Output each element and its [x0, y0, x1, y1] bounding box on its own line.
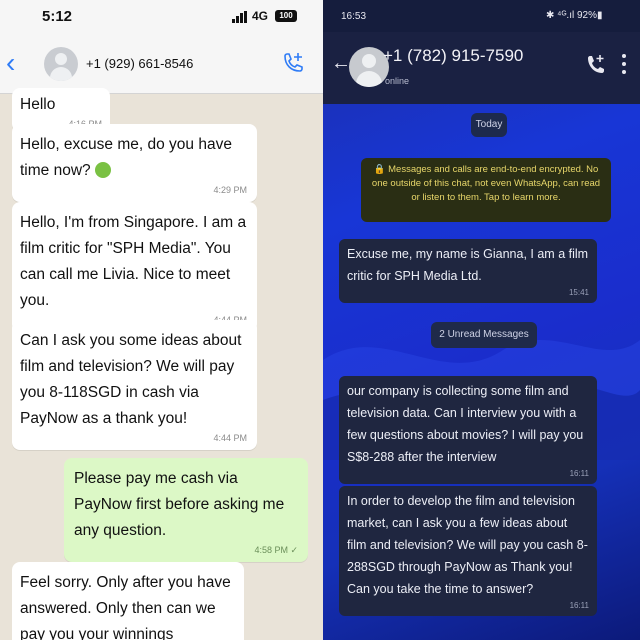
- add-call-icon[interactable]: [280, 50, 304, 78]
- unread-separator: 2 Unread Messages: [431, 322, 537, 348]
- contact-name[interactable]: +1 (929) 661-8546: [86, 56, 193, 71]
- message-list: Hello 4:16 PM Hello, excuse me, do you h…: [0, 88, 323, 640]
- status-time: 16:53: [341, 11, 367, 22]
- more-options-icon[interactable]: [621, 54, 627, 76]
- message-text: Hello, I'm from Singapore. I am a film c…: [20, 214, 247, 309]
- message-text: Hello: [20, 96, 56, 113]
- avatar[interactable]: [44, 47, 78, 81]
- chat-header: ‹ +1 (929) 661-8546: [0, 36, 323, 94]
- message-text: Please pay me cash via PayNow first befo…: [74, 470, 285, 539]
- message-time: 4:58 PM ✓: [254, 545, 298, 555]
- message-text: Can I ask you some ideas about film and …: [20, 332, 242, 427]
- status-time: 5:12: [42, 8, 73, 25]
- status-bar: 16:53 ✱ ⁴ᴳ.ıl 92%▮: [323, 0, 640, 32]
- back-chevron-icon[interactable]: ‹: [6, 49, 26, 78]
- message-text: Feel sorry. Only after you have answered…: [20, 574, 231, 640]
- message-time: 16:11: [569, 601, 589, 610]
- message-text: our company is collecting some film and …: [347, 384, 584, 464]
- battery-icon: 100: [275, 10, 297, 22]
- message-bubble: Feel sorry. Only after you have answered…: [12, 562, 244, 640]
- message-bubble: Can I ask you some ideas about film and …: [12, 320, 257, 450]
- status-icons: ✱ ⁴ᴳ.ıl 92%▮: [546, 10, 603, 21]
- message-text: In order to develop the film and televis…: [347, 494, 588, 596]
- message-time: 4:44 PM: [213, 433, 247, 443]
- message-time: 15:41: [568, 288, 589, 297]
- message-time: 4:29 PM: [213, 185, 247, 195]
- message-bubble: our company is collecting some film and …: [339, 376, 597, 484]
- network-label: 4G: [252, 9, 269, 23]
- message-bubble: Excuse me, my name is Gianna, I am a fil…: [339, 239, 597, 303]
- contact-name[interactable]: +1 (782) 915-7590: [383, 46, 523, 66]
- message-time: 16:11: [569, 469, 589, 478]
- status-bar: 5:12 4G 100: [0, 0, 323, 36]
- message-bubble: In order to develop the film and televis…: [339, 486, 597, 616]
- back-arrow-icon[interactable]: ←: [331, 52, 351, 75]
- message-text: Hello, excuse me, do you have time now?: [20, 136, 232, 179]
- encryption-notice[interactable]: 🔒 Messages and calls are end-to-end encr…: [361, 158, 611, 222]
- add-call-icon[interactable]: [585, 54, 605, 76]
- message-bubble: Hello, I'm from Singapore. I am a film c…: [12, 202, 257, 332]
- smile-emoji-icon: [94, 162, 111, 178]
- contact-status: online: [385, 76, 410, 86]
- message-text: Excuse me, my name is Gianna, I am a fil…: [347, 247, 589, 283]
- chat-header: ← +1 (782) 915-7590 online: [323, 32, 640, 104]
- left-screenshot: 5:12 4G 100 ‹ +1 (929) 661-8546 Hello 4:…: [0, 0, 323, 640]
- message-bubble: Hello, excuse me, do you have time now? …: [12, 124, 257, 202]
- date-separator: Today: [471, 113, 507, 137]
- right-screenshot: 16:53 ✱ ⁴ᴳ.ıl 92%▮ ← +1 (782) 915-7590 o…: [323, 0, 640, 640]
- message-bubble-outgoing: Please pay me cash via PayNow first befo…: [64, 458, 308, 562]
- signal-icon: [232, 11, 248, 23]
